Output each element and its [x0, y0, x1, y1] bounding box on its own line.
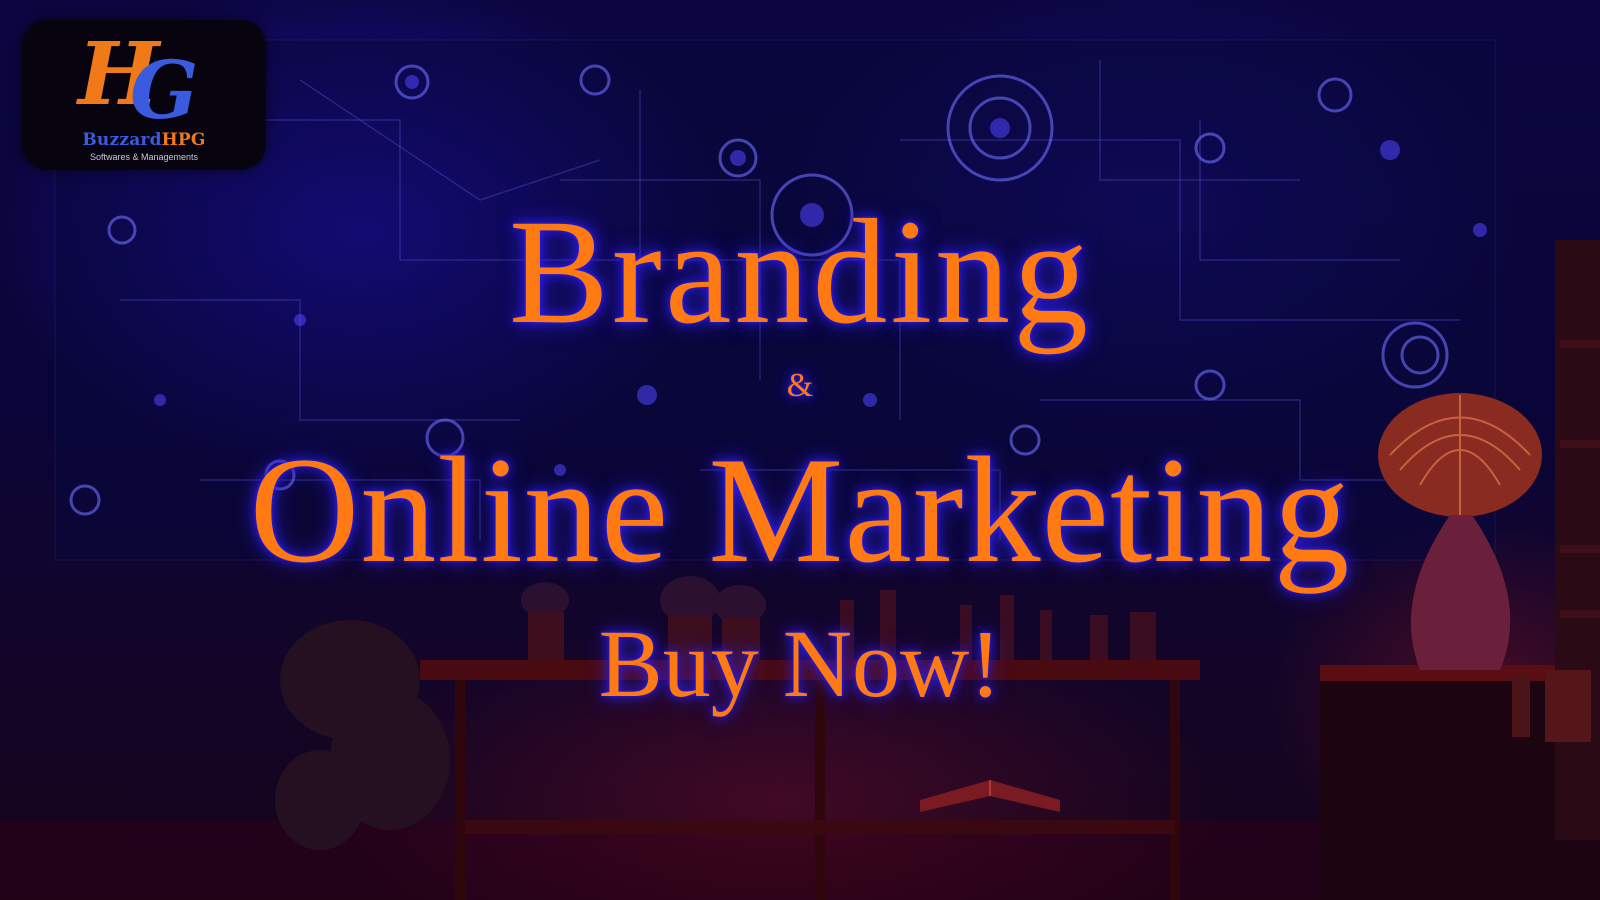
headline-ampersand: &: [786, 367, 814, 404]
logo-brand-name: BuzzardHPG: [22, 130, 266, 150]
book-icon: [920, 780, 1060, 812]
headline-online-marketing: Online Marketing: [249, 426, 1351, 594]
logo-brand-prefix: Buzzard: [82, 130, 162, 150]
banner: H G BuzzardHPG Softwares & Managements B…: [0, 0, 1600, 900]
logo-brand-suffix: HPG: [161, 130, 206, 150]
logo-tagline: Softwares & Managements: [89, 152, 199, 162]
monogram-g: G: [130, 43, 198, 136]
headline-branding: Branding: [508, 189, 1092, 355]
company-logo[interactable]: H G BuzzardHPG Softwares & Managements: [22, 20, 266, 170]
buy-now-button[interactable]: Buy Now!: [0, 612, 1600, 716]
hg-monogram-icon: H G: [75, 26, 198, 136]
